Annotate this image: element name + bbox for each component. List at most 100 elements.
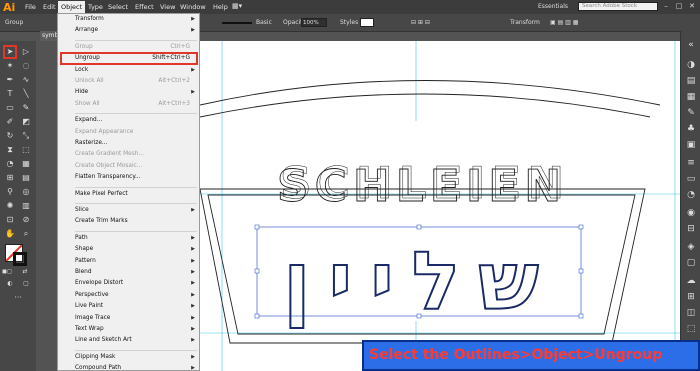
eyedropper-icon[interactable]: ⚲ bbox=[5, 187, 15, 197]
workspace-switcher-icon[interactable]: ▦▾ bbox=[232, 2, 242, 10]
artboards-panel-icon[interactable]: ▢ bbox=[685, 257, 697, 269]
more-tools-icon[interactable]: ··· bbox=[13, 293, 23, 303]
menu-item-pattern[interactable]: Pattern ▶ bbox=[58, 257, 199, 267]
menu-item-lock[interactable]: Lock ▶ bbox=[58, 66, 199, 76]
type-tool-icon[interactable]: T bbox=[5, 89, 15, 99]
stock-search-input[interactable]: Search Adobe Stock bbox=[578, 2, 658, 11]
menu-item-envelope-distort[interactable]: Envelope Distort ▶ bbox=[58, 279, 199, 289]
eraser-icon[interactable]: ◩ bbox=[21, 117, 31, 127]
transform-panel-icon[interactable]: ⬚ bbox=[685, 323, 697, 335]
line-tool-icon[interactable]: ╲ bbox=[21, 89, 31, 99]
symbol-sprayer-icon[interactable]: ✺ bbox=[5, 201, 15, 211]
menu-help[interactable]: Help bbox=[213, 3, 228, 11]
stroke-style-dropdown[interactable]: Basic bbox=[256, 19, 272, 26]
scale-icon[interactable]: ⤡ bbox=[21, 131, 31, 141]
draw-mode-icon[interactable]: ◐ bbox=[5, 279, 15, 289]
links-icon[interactable]: ⊞ bbox=[685, 291, 697, 303]
brushes-icon[interactable]: ✎ bbox=[685, 107, 697, 119]
stroke-panel-icon[interactable]: ≡ bbox=[685, 157, 697, 169]
graphic-styles-icon[interactable]: ▣ bbox=[685, 139, 697, 151]
menu-item-path[interactable]: Path ▶ bbox=[58, 234, 199, 244]
mesh-icon[interactable]: ⊞ bbox=[5, 173, 15, 183]
menu-item-live-paint[interactable]: Live Paint ▶ bbox=[58, 302, 199, 312]
menu-effect[interactable]: Effect bbox=[135, 3, 154, 11]
menu-item-create-object-mosaic[interactable]: Create Object Mosaic... bbox=[58, 162, 199, 172]
menu-type[interactable]: Type bbox=[88, 3, 103, 11]
collapse-panel-icon[interactable]: « bbox=[685, 39, 697, 51]
isolate-icons[interactable]: ▣ ▤ ▥ ▦ bbox=[550, 19, 578, 26]
stroke-preview[interactable] bbox=[222, 22, 252, 24]
symbols-icon[interactable]: ♣ bbox=[685, 123, 697, 135]
pathfinder-icon[interactable]: ◫ bbox=[685, 307, 697, 319]
swatches-icon[interactable]: ▦ bbox=[685, 91, 697, 103]
shaper-icon[interactable]: ✐ bbox=[5, 117, 15, 127]
blend-icon[interactable]: ◎ bbox=[21, 187, 31, 197]
free-transform-icon[interactable]: ⬚ bbox=[21, 145, 31, 155]
layers-icon[interactable]: ◈ bbox=[685, 241, 697, 253]
menu-item-image-trace[interactable]: Image Trace ▶ bbox=[58, 314, 199, 324]
opacity-field[interactable]: 100% bbox=[301, 18, 327, 27]
menu-object[interactable]: Object bbox=[58, 1, 86, 13]
direct-selection-icon[interactable]: ▷ bbox=[21, 47, 31, 57]
menu-item-show-all[interactable]: Show All Alt+Ctrl+3 bbox=[58, 100, 199, 110]
color-guide-icon[interactable]: ▤ bbox=[685, 75, 697, 87]
menu-item-expand-appearance[interactable]: Expand Appearance bbox=[58, 128, 199, 138]
menu-item-make-pixel-perfect[interactable]: Make Pixel Perfect bbox=[58, 190, 199, 200]
menu-item-create-trim-marks[interactable]: Create Trim Marks bbox=[58, 217, 199, 227]
menu-item-text-wrap[interactable]: Text Wrap ▶ bbox=[58, 325, 199, 335]
menu-item-line-and-sketch-art[interactable]: Line and Sketch Art ▶ bbox=[58, 336, 199, 346]
menu-item-flatten-transparency[interactable]: Flatten Transparency... bbox=[58, 173, 199, 183]
rotate-icon[interactable]: ↻ bbox=[5, 131, 15, 141]
menu-item-perspective[interactable]: Perspective ▶ bbox=[58, 291, 199, 301]
menu-edit[interactable]: Edit bbox=[43, 3, 56, 11]
appearance-icon[interactable]: ◉ bbox=[685, 207, 697, 219]
minimize-icon[interactable]: – bbox=[661, 2, 671, 11]
artboard-tool-icon[interactable]: ⊡ bbox=[5, 215, 15, 225]
menu-item-expand[interactable]: Expand... bbox=[58, 116, 199, 126]
stroke-swatch[interactable] bbox=[13, 252, 27, 266]
menu-item-rasterize[interactable]: Rasterize... bbox=[58, 139, 199, 149]
perspective-grid-icon[interactable]: ▦ bbox=[21, 159, 31, 169]
align-panel-icon[interactable]: ⊟ bbox=[685, 223, 697, 235]
transparency-icon[interactable]: ◔ bbox=[685, 189, 697, 201]
menu-view[interactable]: View bbox=[160, 3, 175, 11]
menu-item-compound-path[interactable]: Compound Path ▶ bbox=[58, 364, 199, 370]
menu-item-arrange[interactable]: Arrange ▶ bbox=[58, 26, 199, 36]
menu-item-transform[interactable]: Transform ▶ bbox=[58, 15, 199, 25]
maximize-icon[interactable]: □ bbox=[674, 2, 684, 11]
transform-link[interactable]: Transform bbox=[510, 19, 540, 26]
align-icons[interactable]: ⊟ ⊞ ⊟ bbox=[411, 19, 430, 26]
menu-item-slice[interactable]: Slice ▶ bbox=[58, 206, 199, 216]
hand-tool-icon[interactable]: ✋ bbox=[5, 229, 15, 239]
menu-item-unlock-all[interactable]: Unlock All Alt+Ctrl+2 bbox=[58, 77, 199, 87]
gradient-panel-icon[interactable]: ▭ bbox=[685, 173, 697, 185]
menu-select[interactable]: Select bbox=[108, 3, 128, 11]
styles-swatch[interactable] bbox=[360, 18, 374, 27]
zoom-tool-icon[interactable]: ⌕ bbox=[21, 229, 31, 239]
lasso-icon[interactable]: ◌ bbox=[21, 61, 31, 71]
graph-icon[interactable]: ▥ bbox=[21, 201, 31, 211]
swap-colors-icon[interactable]: ⇄ bbox=[20, 267, 30, 277]
menu-item-hide[interactable]: Hide ▶ bbox=[58, 88, 199, 98]
paintbrush-icon[interactable]: ✎ bbox=[21, 103, 31, 113]
screen-mode-icon[interactable]: ▢ bbox=[21, 279, 31, 289]
libraries-icon[interactable]: ☁ bbox=[685, 275, 697, 287]
curvature-icon[interactable]: ∿ bbox=[21, 75, 31, 85]
artboard-canvas[interactable]: SCHLEIEN SCHLEIEN שליין bbox=[200, 41, 680, 371]
menu-item-create-gradient-mesh[interactable]: Create Gradient Mesh... bbox=[58, 150, 199, 160]
gradient-icon[interactable]: ▤ bbox=[21, 173, 31, 183]
pen-tool-icon[interactable]: ✒ bbox=[5, 75, 15, 85]
menu-item-ungroup[interactable]: Ungroup Shift+Ctrl+G bbox=[58, 54, 199, 64]
default-colors-icon[interactable]: ◼◻ bbox=[2, 267, 12, 277]
menu-window[interactable]: Window bbox=[180, 3, 206, 11]
slice-icon[interactable]: ⊘ bbox=[21, 215, 31, 225]
menu-item-clipping-mask[interactable]: Clipping Mask ▶ bbox=[58, 353, 199, 363]
selection-tool-icon[interactable]: ➤ bbox=[5, 47, 15, 57]
menu-item-shape[interactable]: Shape ▶ bbox=[58, 245, 199, 255]
menu-item-blend[interactable]: Blend ▶ bbox=[58, 268, 199, 278]
close-window-icon[interactable]: ✕ bbox=[687, 2, 697, 11]
color-panel-icon[interactable]: ◑ bbox=[685, 59, 697, 71]
workspace-dropdown[interactable]: Essentials bbox=[538, 3, 568, 10]
magic-wand-icon[interactable]: ✶ bbox=[5, 61, 15, 71]
menu-file[interactable]: File bbox=[25, 3, 36, 11]
